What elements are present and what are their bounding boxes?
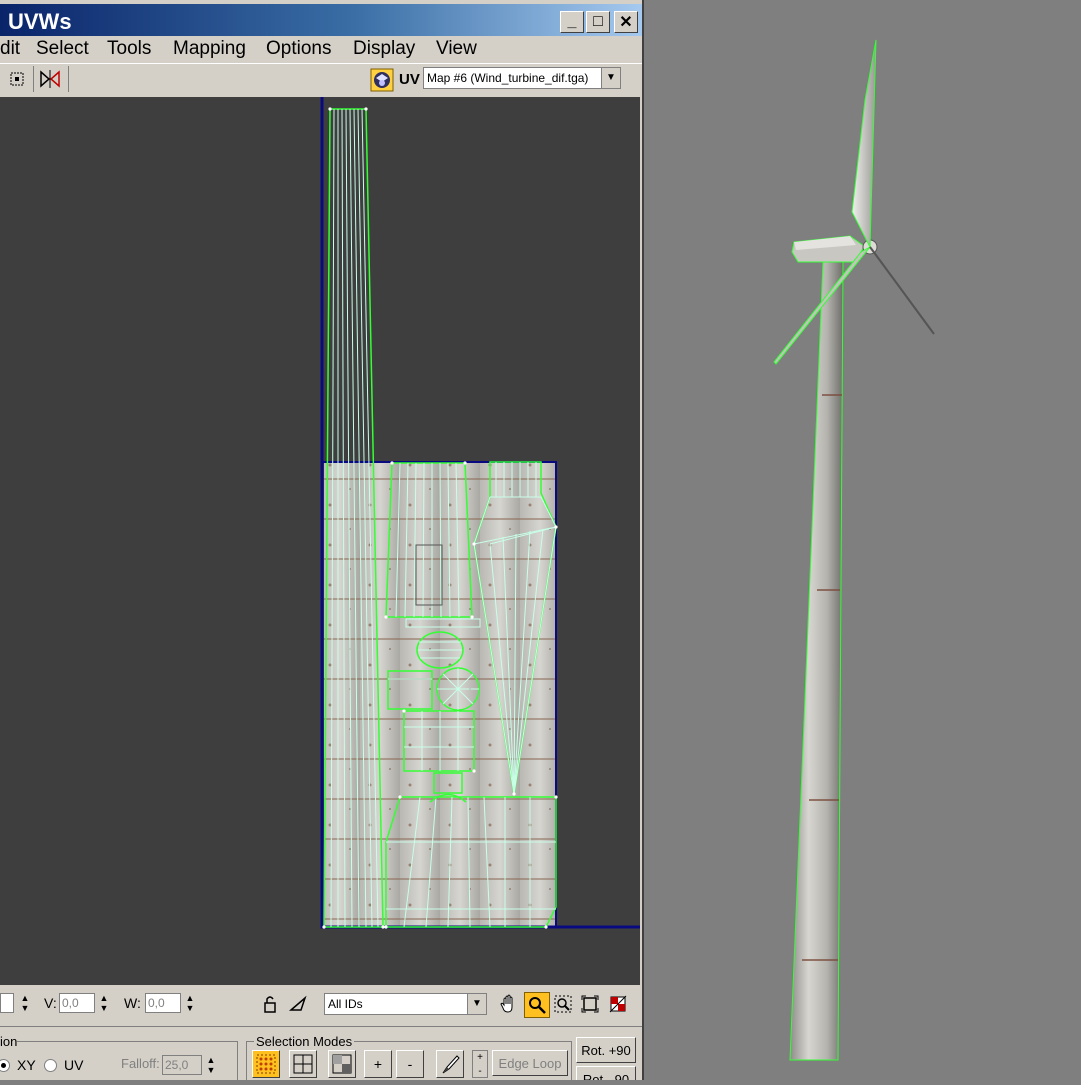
brush-size-spinner[interactable]: + -	[472, 1050, 488, 1078]
material-id-dropdown[interactable]: All IDs ▼	[324, 993, 487, 1015]
menu-select[interactable]: Select	[36, 38, 89, 60]
map-checker-button[interactable]	[370, 68, 394, 92]
falloff-label: Falloff:	[121, 1056, 160, 1071]
u-spinner-arrows[interactable]: ▲ ▼	[18, 993, 32, 1013]
menu-edit[interactable]: dit	[0, 38, 20, 60]
texture-map-dropdown[interactable]: Map #6 (Wind_turbine_dif.tga) ▼	[423, 67, 621, 89]
radio-dot-icon	[1, 1063, 6, 1068]
zoom-extents-icon	[581, 995, 599, 1013]
window-title: UVWs	[8, 9, 72, 34]
lock-icon	[264, 996, 276, 1013]
v-coord-field[interactable]: 0,0	[59, 993, 95, 1013]
chevron-down-icon: ▼	[601, 68, 620, 88]
maximize-button[interactable]: □	[586, 11, 610, 33]
freeform-icon	[10, 72, 24, 86]
lock-selection-button[interactable]	[258, 992, 282, 1016]
w-coord-field[interactable]: 0,0	[145, 993, 181, 1013]
checker-icon	[609, 995, 627, 1013]
plus-icon: +	[373, 1056, 383, 1072]
face-mode-button[interactable]	[328, 1050, 356, 1078]
vertex-mode-button[interactable]	[252, 1050, 280, 1078]
blade-right	[869, 246, 935, 335]
falloff-spinner-arrows[interactable]: ▲ ▼	[204, 1055, 218, 1075]
maximize-icon: □	[593, 13, 603, 30]
chevron-down-icon: ▼	[467, 994, 486, 1014]
zoom-region-icon	[554, 995, 572, 1013]
rotate-plus-90-button[interactable]: Rot. +90	[576, 1037, 636, 1063]
v-spinner-arrows[interactable]: ▲ ▼	[97, 993, 111, 1013]
checker-sphere-icon	[370, 68, 394, 92]
blade-top	[851, 39, 877, 248]
uv-channel-label[interactable]: UV	[399, 71, 420, 88]
v-label: V:	[44, 995, 57, 1011]
hide-button[interactable]	[286, 992, 310, 1016]
menu-tools[interactable]: Tools	[107, 38, 151, 60]
title-bar[interactable]: UVWs _ □ ✕	[0, 4, 642, 36]
menu-options[interactable]: Options	[266, 38, 331, 60]
triangle-select-icon	[288, 995, 307, 1011]
toolbar-divider	[33, 66, 34, 92]
edge-grid-icon	[293, 1054, 313, 1074]
freeform-mode-button[interactable]	[6, 68, 30, 90]
zoom-button[interactable]	[524, 992, 550, 1018]
grow-selection-button[interactable]: +	[364, 1050, 392, 1078]
uv-edit-viewport[interactable]	[0, 97, 640, 985]
minus-icon: -	[407, 1056, 413, 1072]
shrink-selection-button[interactable]: -	[396, 1050, 424, 1078]
magnifier-icon	[529, 997, 546, 1014]
close-icon: ✕	[619, 14, 633, 31]
minimize-button[interactable]: _	[560, 11, 584, 33]
menu-bar: dit Select Tools Mapping Options Display…	[0, 36, 642, 62]
paint-select-button[interactable]	[436, 1050, 464, 1078]
texture-toggle-button[interactable]	[606, 992, 630, 1016]
texture-map-value: Map #6 (Wind_turbine_dif.tga)	[427, 71, 589, 85]
close-button[interactable]: ✕	[614, 11, 638, 33]
mirror-icon	[40, 70, 60, 88]
falloff-field[interactable]: 25,0	[162, 1055, 202, 1075]
u-coord-field[interactable]	[0, 993, 14, 1013]
menu-view[interactable]: View	[436, 38, 477, 60]
xy-radio-label: XY	[17, 1057, 36, 1073]
uv-layout-canvas	[320, 97, 640, 929]
pan-button[interactable]	[497, 992, 521, 1016]
mirror-button[interactable]	[38, 68, 62, 90]
nacelle-mesh	[791, 235, 878, 263]
zoom-extents-button[interactable]	[578, 992, 602, 1016]
edge-loop-button[interactable]: Edge Loop	[492, 1050, 568, 1076]
material-id-value: All IDs	[328, 997, 363, 1011]
tower-mesh	[789, 261, 844, 1061]
menu-mapping[interactable]: Mapping	[173, 38, 246, 60]
toolbar-divider	[68, 66, 69, 92]
minimize-icon: _	[567, 13, 577, 30]
face-grid-icon	[332, 1054, 352, 1074]
perspective-viewport[interactable]	[646, 0, 1081, 1080]
rotate-minus-90-button[interactable]: Rot. -90	[576, 1066, 636, 1080]
menu-display[interactable]: Display	[353, 38, 415, 60]
uvw-editor-window: UVWs _ □ ✕ dit Select Tools Mapping Opti…	[0, 0, 644, 1080]
w-label: W:	[124, 995, 141, 1011]
vertex-grid-icon	[256, 1054, 276, 1074]
zoom-region-button[interactable]	[551, 992, 575, 1016]
wind-turbine-model	[773, 39, 935, 1061]
uv-radio[interactable]	[44, 1059, 57, 1072]
uv-radio-label: UV	[64, 1057, 84, 1073]
edge-mode-button[interactable]	[289, 1050, 317, 1078]
brush-icon	[442, 1055, 460, 1074]
hand-icon	[500, 994, 513, 1013]
selection-modes-label: Selection Modes	[254, 1034, 355, 1049]
soft-selection-group-label: ion	[0, 1034, 18, 1049]
w-spinner-arrows[interactable]: ▲ ▼	[183, 993, 197, 1013]
